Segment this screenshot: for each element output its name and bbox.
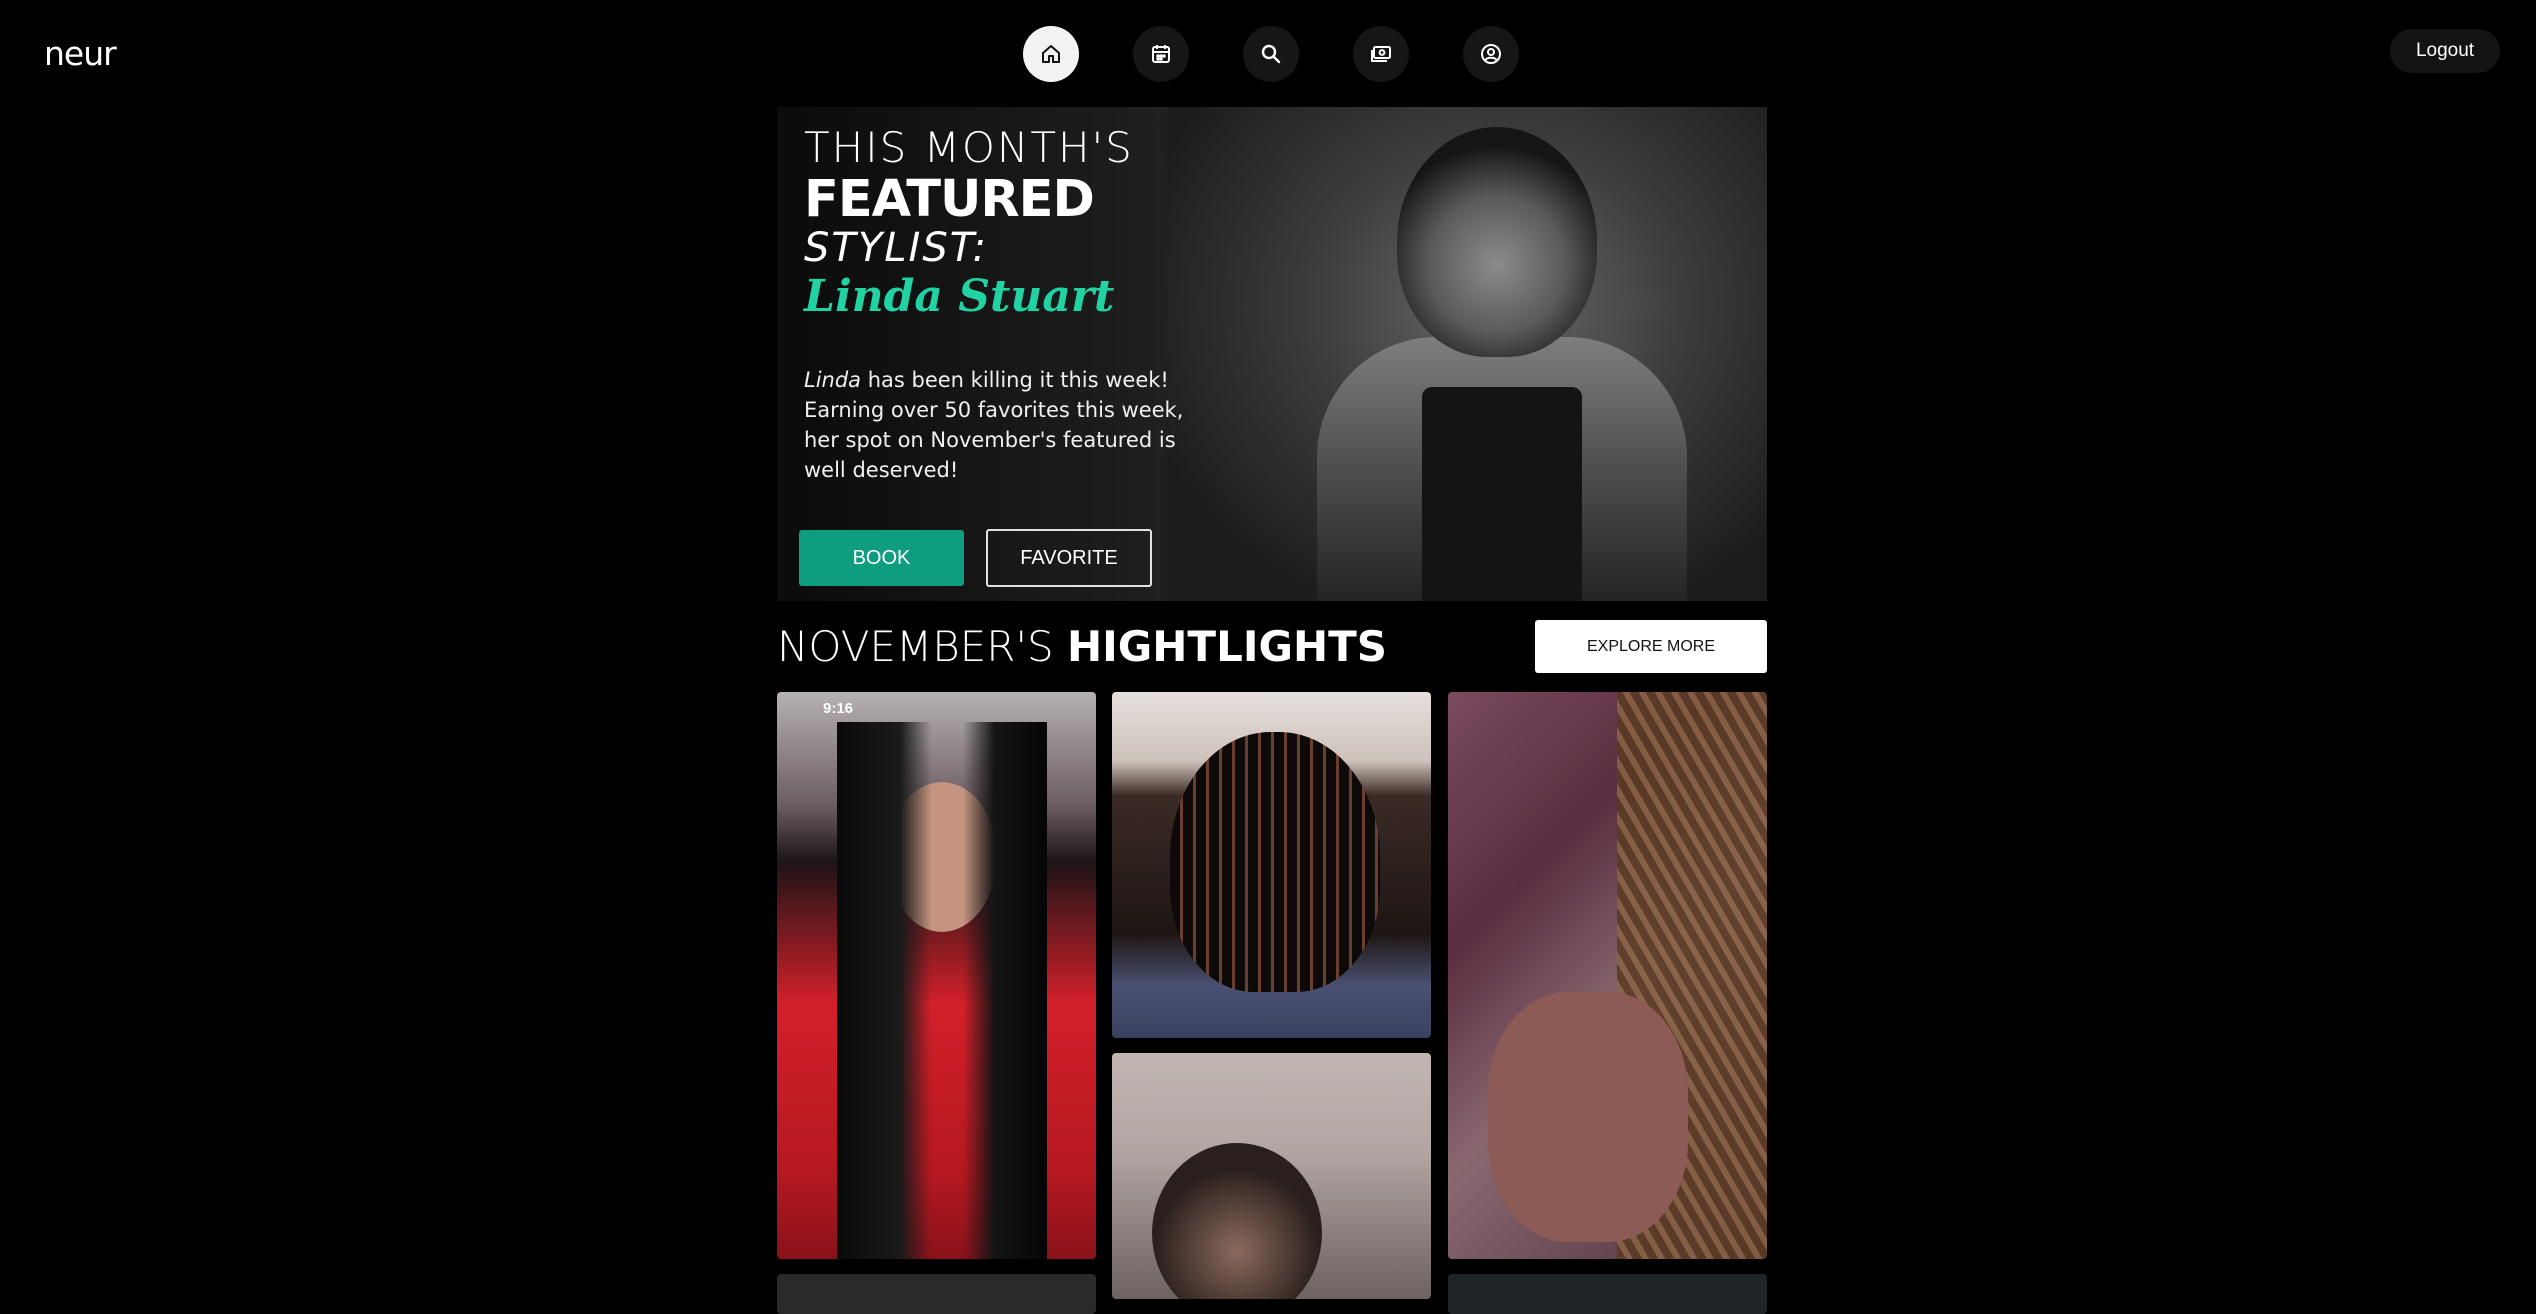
nav-calendar-button[interactable]	[1133, 26, 1189, 82]
search-icon	[1261, 44, 1281, 64]
description-text: has been killing it this week! Earning o…	[804, 368, 1184, 482]
app-logo[interactable]: neur	[44, 34, 117, 73]
stylist-name: Linda Stuart	[804, 271, 1115, 322]
highlights-title-thin: NOVEMBER'S	[777, 622, 1068, 671]
tile-hair-shape	[837, 722, 1047, 1259]
nav-payments-button[interactable]	[1353, 26, 1409, 82]
tile-timestamp: 9:16	[823, 700, 854, 717]
tile-locs-shape	[1170, 732, 1380, 992]
top-navigation-bar: neur Logout	[0, 0, 2536, 104]
highlight-tile-box-braids-selfie[interactable]	[1112, 1053, 1431, 1299]
featured-stylist-banner: THIS MONTH'S FEATURED STYLIST: Linda Stu…	[777, 107, 1767, 601]
highlight-tile-knotless-braids[interactable]: 9:16	[777, 692, 1096, 1259]
heading-line-this-months: THIS MONTH'S	[804, 123, 1134, 172]
stylist-head-shape	[1397, 127, 1597, 357]
highlight-tile-starter-locs[interactable]	[1112, 692, 1431, 1038]
highlight-tile-partial[interactable]	[1448, 1274, 1767, 1314]
logout-button[interactable]: Logout	[2390, 29, 2500, 73]
highlight-tile-partial[interactable]	[777, 1274, 1096, 1314]
heading-line-stylist: STYLIST:	[804, 225, 988, 271]
featured-stylist-photo	[1167, 107, 1767, 601]
nav-search-button[interactable]	[1243, 26, 1299, 82]
favorite-button[interactable]: FAVORITE	[986, 529, 1152, 587]
heading-line-featured: FEATURED	[804, 170, 1095, 229]
tile-head-shape	[1152, 1143, 1322, 1299]
calendar-icon	[1152, 45, 1170, 63]
nav-profile-button[interactable]	[1463, 26, 1519, 82]
home-icon	[1042, 45, 1060, 63]
nav-home-button[interactable]	[1023, 26, 1079, 82]
profile-icon	[1481, 44, 1501, 64]
main-nav	[1023, 26, 1573, 82]
payments-icon	[1371, 46, 1391, 62]
explore-more-button[interactable]: EXPLORE MORE	[1535, 620, 1767, 673]
highlight-tile-braids-nails[interactable]	[1448, 692, 1767, 1259]
stylist-description: Linda has been killing it this week! Ear…	[804, 365, 1184, 485]
highlights-title-bold: HIGHTLIGHTS	[1067, 622, 1387, 671]
featured-heading: THIS MONTH'S FEATURED STYLIST: Linda Stu…	[804, 123, 1134, 323]
book-button[interactable]: BOOK	[799, 530, 964, 586]
tile-hand-shape	[1488, 992, 1688, 1242]
highlights-title: NOVEMBER'S HIGHTLIGHTS	[777, 620, 1387, 674]
stylist-apron-shape	[1422, 387, 1582, 601]
description-stylist-name: Linda	[804, 368, 862, 392]
